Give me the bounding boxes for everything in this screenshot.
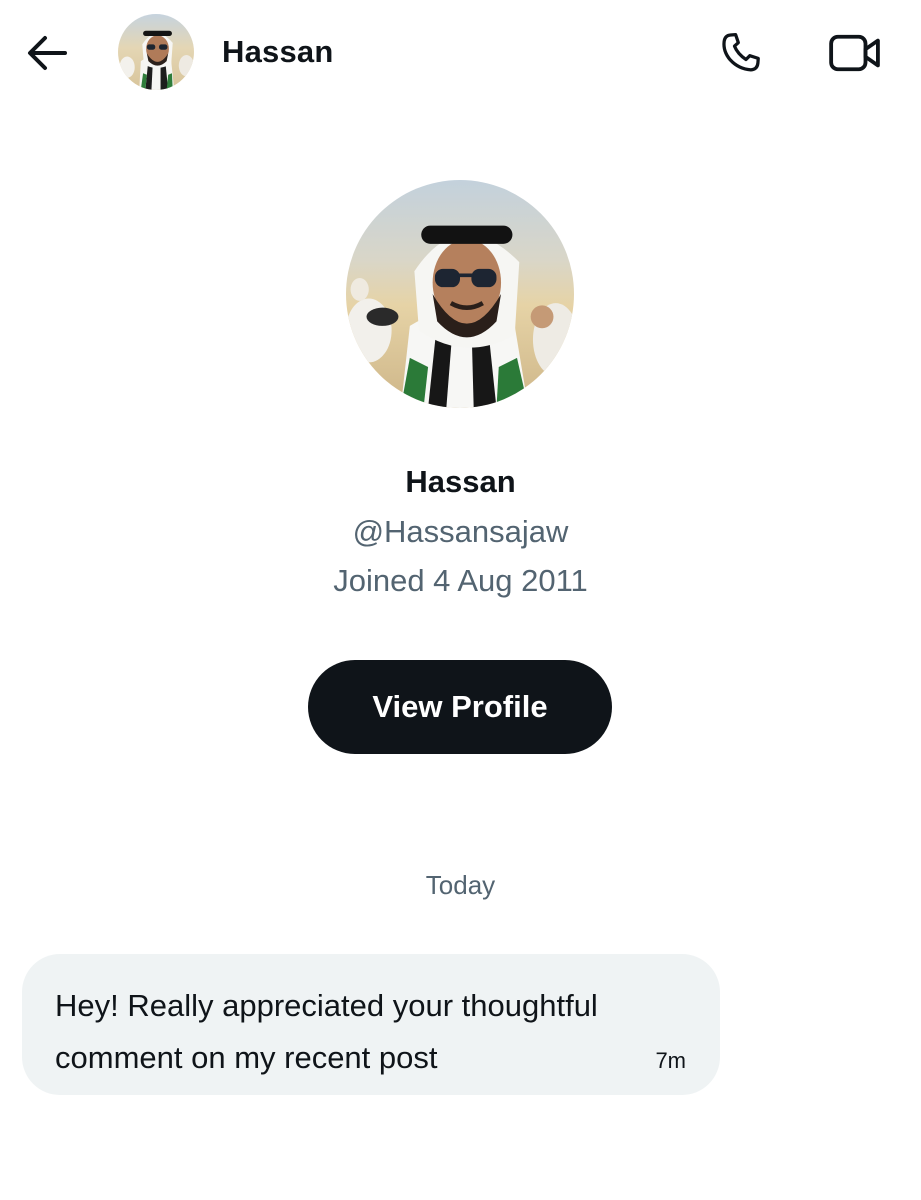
message-text: Hey! Really appreciated your thoughtful … <box>55 988 598 1075</box>
profile-avatar-image <box>346 180 574 408</box>
video-call-button[interactable] <box>822 26 888 80</box>
phone-icon <box>722 32 760 72</box>
profile-handle: @Hassansajaw <box>352 514 569 549</box>
header-contact-name[interactable]: Hassan <box>222 34 334 70</box>
conversation-header: Hassan <box>0 0 921 108</box>
avatar-image <box>118 14 194 90</box>
message-bubble[interactable]: Hey! Really appreciated your thoughtful … <box>22 954 720 1095</box>
view-profile-button[interactable]: View Profile <box>308 660 612 754</box>
video-camera-icon <box>829 34 880 72</box>
profile-avatar[interactable] <box>346 180 574 408</box>
call-button[interactable] <box>712 26 770 80</box>
profile-name: Hassan <box>405 464 516 499</box>
dm-conversation-screen: Hassan Hassan @Hassansajaw Joined 4 Aug … <box>0 0 921 1200</box>
message-timestamp: 7m <box>655 1048 686 1073</box>
profile-joined-date: Joined 4 Aug 2011 <box>333 563 588 598</box>
header-avatar[interactable] <box>118 14 194 90</box>
back-button[interactable] <box>22 28 72 78</box>
arrow-left-icon <box>28 36 67 70</box>
date-divider: Today <box>425 870 496 900</box>
